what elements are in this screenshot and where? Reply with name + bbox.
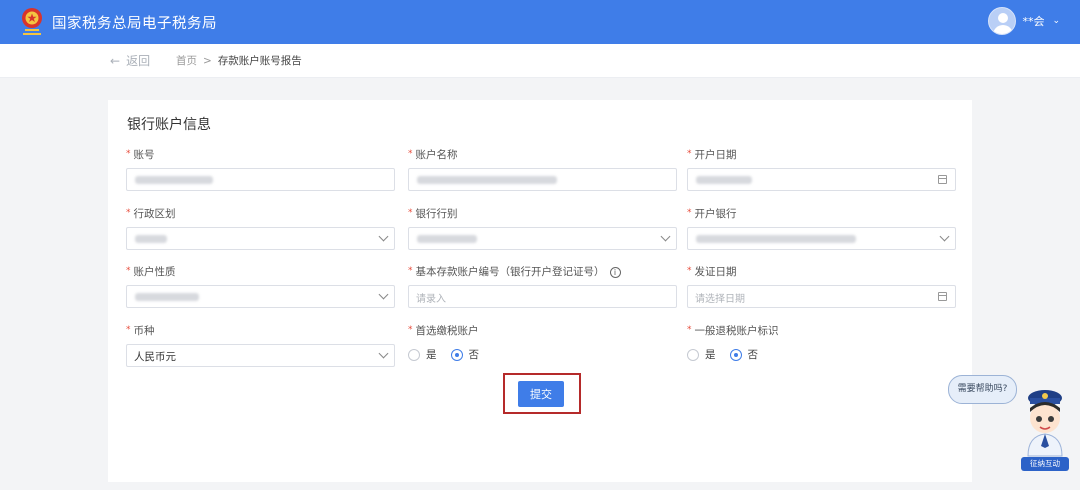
issue-date-input[interactable]: 请选择日期 [687, 285, 956, 308]
input-placeholder: 请选择日期 [695, 294, 745, 305]
account-nature-select[interactable] [126, 285, 395, 308]
account-no-input[interactable] [126, 168, 395, 191]
calendar-icon[interactable] [938, 175, 947, 184]
field-label: 账户名称 [415, 149, 458, 161]
field-label: 银行行别 [415, 208, 458, 220]
field-refund-account-flag: * 一般退税账户标识 是 否 [687, 324, 956, 362]
open-date-input[interactable] [687, 168, 956, 191]
radio-yes[interactable]: 是 [408, 347, 437, 362]
site-title: 国家税务总局电子税务局 [52, 16, 217, 32]
required-mark: * [687, 208, 692, 218]
required-mark: * [126, 149, 131, 159]
field-label: 发证日期 [694, 266, 737, 278]
chevron-down-icon[interactable] [660, 231, 671, 242]
currency-select[interactable]: 人民币元 [126, 344, 395, 367]
field-account-no: * 账号 [126, 148, 395, 191]
radio-circle[interactable] [687, 348, 699, 361]
breadcrumb-home[interactable]: 首页 [176, 55, 197, 67]
required-mark: * [126, 266, 131, 276]
back-label[interactable]: 返回 [126, 54, 150, 68]
radio-no[interactable]: 否 [729, 347, 759, 362]
field-label: 基本存款账户编号（银行开户登记证号） [415, 266, 605, 278]
chevron-down-icon[interactable]: ⌄ [1052, 16, 1060, 26]
submit-button[interactable]: 提交 [518, 381, 564, 407]
field-account-name: * 账户名称 [408, 148, 677, 191]
field-open-date: * 开户日期 [687, 148, 956, 191]
back-button[interactable]: ← 返回 [110, 52, 150, 69]
required-mark: * [408, 208, 413, 218]
radio-yes[interactable]: 是 [687, 347, 716, 362]
breadcrumb: 首页 > 存款账户账号报告 [176, 53, 302, 68]
bank-category-select[interactable] [408, 227, 677, 250]
required-mark: * [126, 208, 131, 218]
required-mark: * [687, 325, 692, 335]
avatar[interactable] [988, 7, 1017, 35]
field-issue-date: * 发证日期 请选择日期 [687, 265, 956, 308]
info-circle-icon[interactable]: i [609, 267, 621, 278]
radio-circle-selected[interactable] [729, 348, 742, 361]
bank-account-form-card: 银行账户信息 * 账号 * 账户名称 * 开户日期 * 行政区划 * 银行行别 * 开户银行… [108, 100, 972, 482]
chevron-down-icon[interactable] [378, 348, 389, 359]
chevron-down-icon[interactable] [378, 231, 389, 242]
chevron-down-icon[interactable] [939, 231, 950, 242]
radio-label[interactable]: 否 [748, 347, 759, 362]
field-open-bank: * 开户银行 [687, 207, 956, 250]
field-label: 首选缴税账户 [415, 325, 479, 337]
field-basic-account-no: * 基本存款账户编号（银行开户登记证号） i 请录入 [408, 265, 677, 308]
field-label: 账号 [133, 149, 155, 161]
field-label: 开户银行 [694, 208, 737, 220]
user-menu[interactable]: **会 ⌄ [988, 7, 1060, 35]
assistant-tag[interactable]: 征纳互动 [1021, 457, 1069, 471]
radio-circle[interactable] [408, 348, 420, 361]
field-label: 账户性质 [133, 266, 176, 278]
section-title: 银行账户信息 [127, 117, 211, 133]
field-admin-region: * 行政区划 [126, 207, 395, 250]
breadcrumb-current: 存款账户账号报告 [217, 55, 302, 67]
radio-circle-selected[interactable] [450, 348, 463, 361]
field-account-nature: * 账户性质 [126, 265, 395, 308]
user-name[interactable]: **会 [1022, 13, 1044, 29]
radio-label[interactable]: 是 [705, 347, 716, 362]
open-bank-select[interactable] [687, 227, 956, 250]
required-mark: * [687, 149, 692, 159]
basic-account-no-input[interactable]: 请录入 [408, 285, 677, 308]
required-mark: * [408, 149, 413, 159]
field-label: 币种 [133, 325, 155, 337]
required-mark: * [408, 266, 413, 276]
field-preferred-tax-account: * 首选缴税账户 是 否 [408, 324, 677, 362]
radio-group: 是 否 [687, 347, 956, 362]
arrow-left-icon[interactable]: ← [110, 54, 120, 68]
field-currency: * 币种 人民币元 [126, 324, 395, 367]
required-mark: * [408, 325, 413, 335]
field-bank-category: * 银行行别 [408, 207, 677, 250]
required-mark: * [126, 325, 131, 335]
breadcrumb-separator: > [203, 55, 212, 67]
account-name-input[interactable] [408, 168, 677, 191]
calendar-icon[interactable] [938, 292, 947, 301]
top-header-bar: 国家税务总局电子税务局 **会 ⌄ [0, 0, 1080, 44]
field-label: 一般退税账户标识 [694, 325, 779, 337]
radio-group: 是 否 [408, 347, 677, 362]
required-mark: * [687, 266, 692, 276]
help-bubble[interactable]: 需要帮助吗? [948, 375, 1017, 404]
tax-emblem-logo [22, 8, 42, 35]
select-value: 人民币元 [134, 351, 176, 363]
chevron-down-icon[interactable] [378, 289, 389, 300]
radio-label[interactable]: 否 [469, 347, 480, 362]
field-label: 开户日期 [694, 149, 737, 161]
field-label: 行政区划 [133, 208, 176, 220]
radio-no[interactable]: 否 [450, 347, 480, 362]
input-placeholder: 请录入 [416, 294, 446, 305]
radio-label[interactable]: 是 [426, 347, 437, 362]
navigation-bar: ← 返回 首页 > 存款账户账号报告 [0, 44, 1080, 78]
admin-region-select[interactable] [126, 227, 395, 250]
